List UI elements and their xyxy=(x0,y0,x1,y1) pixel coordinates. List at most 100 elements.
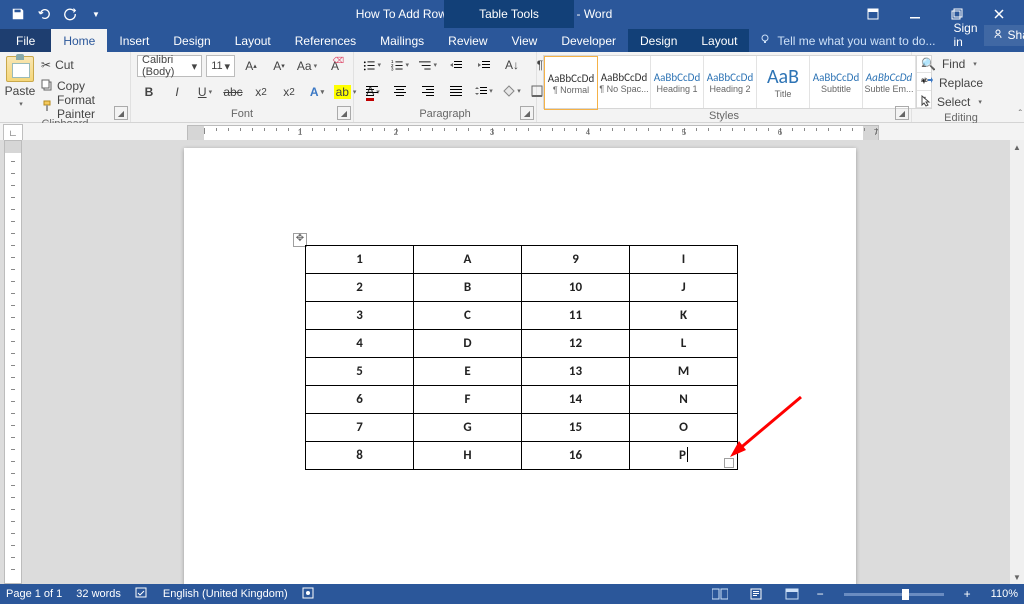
multilevel-list-button[interactable]: ▾ xyxy=(416,55,440,75)
table-cell[interactable]: H xyxy=(414,442,522,470)
redo-icon[interactable] xyxy=(60,4,80,24)
text-effects-button[interactable]: A▾ xyxy=(305,82,329,102)
paste-button[interactable]: Paste ▾ xyxy=(6,55,34,109)
table-cell[interactable]: N xyxy=(630,386,738,414)
page[interactable]: ✥ 1A9I2B10J3C11K4D12L5E13M6F14N7G15O8H16… xyxy=(184,148,856,584)
table-cell[interactable]: 3 xyxy=(306,302,414,330)
decrease-indent-button[interactable] xyxy=(444,55,468,75)
table-resize-handle[interactable] xyxy=(724,458,734,468)
ribbon-display-options-icon[interactable] xyxy=(854,0,892,28)
tab-table-design[interactable]: Design xyxy=(628,29,689,52)
underline-button[interactable]: U▾ xyxy=(193,82,217,102)
table-cell[interactable]: 7 xyxy=(306,414,414,442)
styles-gallery[interactable]: AaBbCcDd¶ NormalAaBbCcDd¶ No Spac...AaBb… xyxy=(543,55,932,109)
tab-layout[interactable]: Layout xyxy=(223,29,283,52)
font-dialog-launcher[interactable]: ◢ xyxy=(337,106,351,120)
status-language[interactable]: English (United Kingdom) xyxy=(163,588,288,600)
tab-insert[interactable]: Insert xyxy=(107,29,161,52)
table-cell[interactable]: P xyxy=(630,442,738,470)
vertical-ruler[interactable] xyxy=(4,140,22,584)
clipboard-dialog-launcher[interactable]: ◢ xyxy=(114,106,128,120)
share-button[interactable]: Share xyxy=(984,25,1024,46)
format-painter-button[interactable]: Format Painter xyxy=(38,97,124,117)
table-cell[interactable]: 2 xyxy=(306,274,414,302)
web-layout-button[interactable] xyxy=(781,586,803,602)
strikethrough-button[interactable]: abc xyxy=(221,82,245,102)
sort-button[interactable]: A↓ xyxy=(500,55,524,75)
subscript-button[interactable]: x2 xyxy=(249,82,273,102)
table-cell[interactable]: J xyxy=(630,274,738,302)
table-cell[interactable]: 10 xyxy=(522,274,630,302)
scroll-up-button[interactable]: ▲ xyxy=(1010,140,1024,154)
font-size-combo[interactable]: 11▾ xyxy=(206,55,235,77)
superscript-button[interactable]: x2 xyxy=(277,82,301,102)
tab-references[interactable]: References xyxy=(283,29,368,52)
zoom-slider[interactable] xyxy=(844,593,944,596)
style--no-spac-[interactable]: AaBbCcDd¶ No Spac... xyxy=(598,56,651,108)
status-page[interactable]: Page 1 of 1 xyxy=(6,588,62,600)
zoom-out-button[interactable]: − xyxy=(817,587,824,601)
print-layout-button[interactable] xyxy=(745,586,767,602)
table-cell[interactable]: C xyxy=(414,302,522,330)
grow-font-button[interactable]: A▴ xyxy=(239,56,263,76)
table-cell[interactable]: 4 xyxy=(306,330,414,358)
bold-button[interactable]: B xyxy=(137,82,161,102)
shading-button[interactable]: ▾ xyxy=(500,81,524,101)
table-cell[interactable]: 11 xyxy=(522,302,630,330)
style-heading-1[interactable]: AaBbCcDdHeading 1 xyxy=(651,56,704,108)
table-cell[interactable]: 16 xyxy=(522,442,630,470)
numbering-button[interactable]: 123▾ xyxy=(388,55,412,75)
paragraph-dialog-launcher[interactable]: ◢ xyxy=(520,106,534,120)
table-cell[interactable]: E xyxy=(414,358,522,386)
horizontal-ruler[interactable]: 1234567 xyxy=(187,125,879,141)
table-cell[interactable]: 9 xyxy=(522,246,630,274)
status-word-count[interactable]: 32 words xyxy=(76,588,121,600)
table-cell[interactable]: 15 xyxy=(522,414,630,442)
table-cell[interactable]: O xyxy=(630,414,738,442)
bullets-button[interactable]: ▾ xyxy=(360,55,384,75)
select-button[interactable]: Select▾ xyxy=(918,93,1004,111)
shrink-font-button[interactable]: A▾ xyxy=(267,56,291,76)
table-cell[interactable]: 1 xyxy=(306,246,414,274)
style-heading-2[interactable]: AaBbCcDdHeading 2 xyxy=(704,56,757,108)
align-left-button[interactable] xyxy=(360,81,384,101)
tab-file[interactable]: File xyxy=(0,29,51,52)
zoom-level[interactable]: 110% xyxy=(991,588,1018,600)
tab-home[interactable]: Home xyxy=(51,29,107,52)
tab-mailings[interactable]: Mailings xyxy=(368,29,436,52)
style-subtitle[interactable]: AaBbCcDdSubtitle xyxy=(810,56,863,108)
clear-formatting-button[interactable]: A⌫ xyxy=(323,56,347,76)
save-icon[interactable] xyxy=(8,4,28,24)
find-button[interactable]: 🔍 Find▾ xyxy=(918,55,1004,73)
table-cell[interactable]: 12 xyxy=(522,330,630,358)
align-center-button[interactable] xyxy=(388,81,412,101)
style-title[interactable]: AaBTitle xyxy=(757,56,810,108)
scroll-down-button[interactable]: ▼ xyxy=(1010,570,1024,584)
zoom-in-button[interactable]: + xyxy=(964,587,971,601)
table-cell[interactable]: F xyxy=(414,386,522,414)
spellcheck-icon[interactable] xyxy=(135,587,149,602)
table-cell[interactable]: M xyxy=(630,358,738,386)
font-name-combo[interactable]: Calibri (Body)▾ xyxy=(137,55,202,77)
qat-customize-icon[interactable]: ▼ xyxy=(86,4,106,24)
table-cell[interactable]: G xyxy=(414,414,522,442)
minimize-button[interactable] xyxy=(896,0,934,28)
table-cell[interactable]: K xyxy=(630,302,738,330)
tab-developer[interactable]: Developer xyxy=(549,29,628,52)
table-cell[interactable]: I xyxy=(630,246,738,274)
table-cell[interactable]: 5 xyxy=(306,358,414,386)
tab-review[interactable]: Review xyxy=(436,29,499,52)
tell-me-search[interactable]: Tell me what you want to do... xyxy=(749,29,945,52)
styles-dialog-launcher[interactable]: ◢ xyxy=(895,106,909,120)
cut-button[interactable]: ✂ Cut xyxy=(38,55,124,75)
tab-view[interactable]: View xyxy=(500,29,550,52)
tab-table-layout[interactable]: Layout xyxy=(689,29,749,52)
table-cell[interactable]: D xyxy=(414,330,522,358)
table-cell[interactable]: 13 xyxy=(522,358,630,386)
read-mode-button[interactable] xyxy=(709,586,731,602)
replace-button[interactable]: ab Replace xyxy=(918,74,1004,92)
italic-button[interactable]: I xyxy=(165,82,189,102)
document-table[interactable]: 1A9I2B10J3C11K4D12L5E13M6F14N7G15O8H16P xyxy=(305,245,738,470)
table-cell[interactable]: B xyxy=(414,274,522,302)
macro-record-icon[interactable] xyxy=(302,587,314,602)
